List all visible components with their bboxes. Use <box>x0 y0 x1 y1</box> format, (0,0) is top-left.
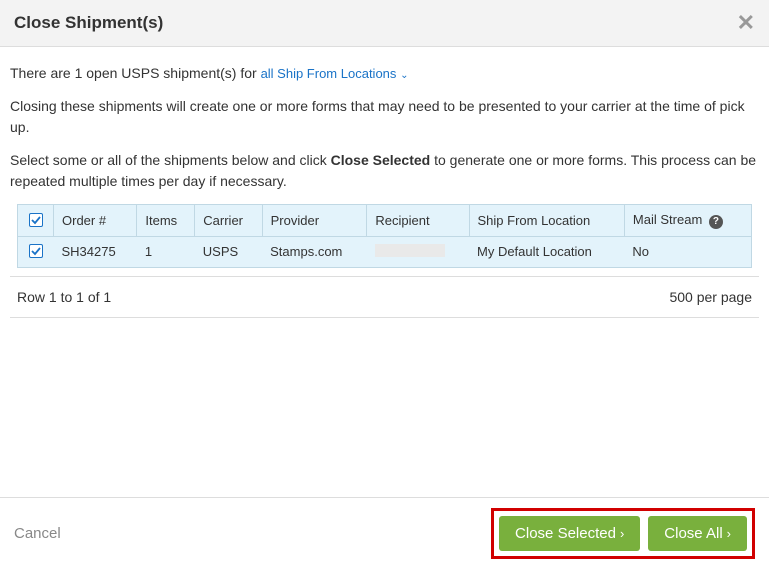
pagination-range: Row 1 to 1 of 1 <box>17 289 111 305</box>
header-carrier[interactable]: Carrier <box>195 205 262 237</box>
table-row[interactable]: SH34275 1 USPS Stamps.com My Default Loc… <box>18 236 752 267</box>
cell-order: SH34275 <box>54 236 137 267</box>
cell-carrier: USPS <box>195 236 262 267</box>
select-all-checkbox[interactable] <box>29 213 43 227</box>
close-selected-button[interactable]: Close Selected › <box>499 516 640 551</box>
help-icon[interactable]: ? <box>709 215 723 229</box>
row-checkbox[interactable] <box>29 244 43 258</box>
cell-items: 1 <box>137 236 195 267</box>
open-shipments-line: There are 1 open USPS shipment(s) for al… <box>10 63 759 84</box>
header-checkbox-cell <box>18 205 54 237</box>
location-filter-label: all Ship From Locations <box>261 66 397 81</box>
header-ship-from[interactable]: Ship From Location <box>469 205 624 237</box>
cell-recipient <box>367 236 469 267</box>
closing-note: Closing these shipments will create one … <box>10 96 759 138</box>
pagination-per-page[interactable]: 500 per page <box>669 289 752 305</box>
close-selected-label: Close Selected <box>515 525 616 542</box>
close-all-button[interactable]: Close All › <box>648 516 747 551</box>
modal-footer: Cancel Close Selected › Close All › <box>0 497 769 569</box>
close-all-label: Close All <box>664 525 722 542</box>
header-recipient[interactable]: Recipient <box>367 205 469 237</box>
cell-provider: Stamps.com <box>262 236 367 267</box>
location-filter-dropdown[interactable]: all Ship From Locations ⌄ <box>261 66 409 81</box>
chevron-right-icon: › <box>620 526 624 541</box>
table-header-row: Order # Items Carrier Provider Recipient… <box>18 205 752 237</box>
header-items[interactable]: Items <box>137 205 195 237</box>
header-provider[interactable]: Provider <box>262 205 367 237</box>
open-shipments-text: There are 1 open USPS shipment(s) for <box>10 65 257 81</box>
header-mail-stream-label: Mail Stream <box>633 212 702 227</box>
recipient-redacted <box>375 244 445 257</box>
select-instructions: Select some or all of the shipments belo… <box>10 150 759 192</box>
chevron-down-icon: ⌄ <box>397 70 408 81</box>
action-buttons-highlight: Close Selected › Close All › <box>491 508 755 559</box>
header-order[interactable]: Order # <box>54 205 137 237</box>
shipments-table-wrapper: Order # Items Carrier Provider Recipient… <box>10 204 759 268</box>
close-icon[interactable]: ✕ <box>737 12 755 34</box>
modal-title: Close Shipment(s) <box>14 13 163 33</box>
select-bold: Close Selected <box>331 152 431 168</box>
chevron-right-icon: › <box>727 526 731 541</box>
select-prefix: Select some or all of the shipments belo… <box>10 152 331 168</box>
shipments-table: Order # Items Carrier Provider Recipient… <box>17 204 752 268</box>
cell-ship-from: My Default Location <box>469 236 624 267</box>
header-mail-stream[interactable]: Mail Stream ? <box>624 205 751 237</box>
modal-header: Close Shipment(s) ✕ <box>0 0 769 47</box>
row-checkbox-cell <box>18 236 54 267</box>
cancel-button[interactable]: Cancel <box>14 525 61 542</box>
modal-body: There are 1 open USPS shipment(s) for al… <box>0 47 769 334</box>
cell-mail-stream: No <box>624 236 751 267</box>
table-footer: Row 1 to 1 of 1 500 per page <box>10 276 759 318</box>
